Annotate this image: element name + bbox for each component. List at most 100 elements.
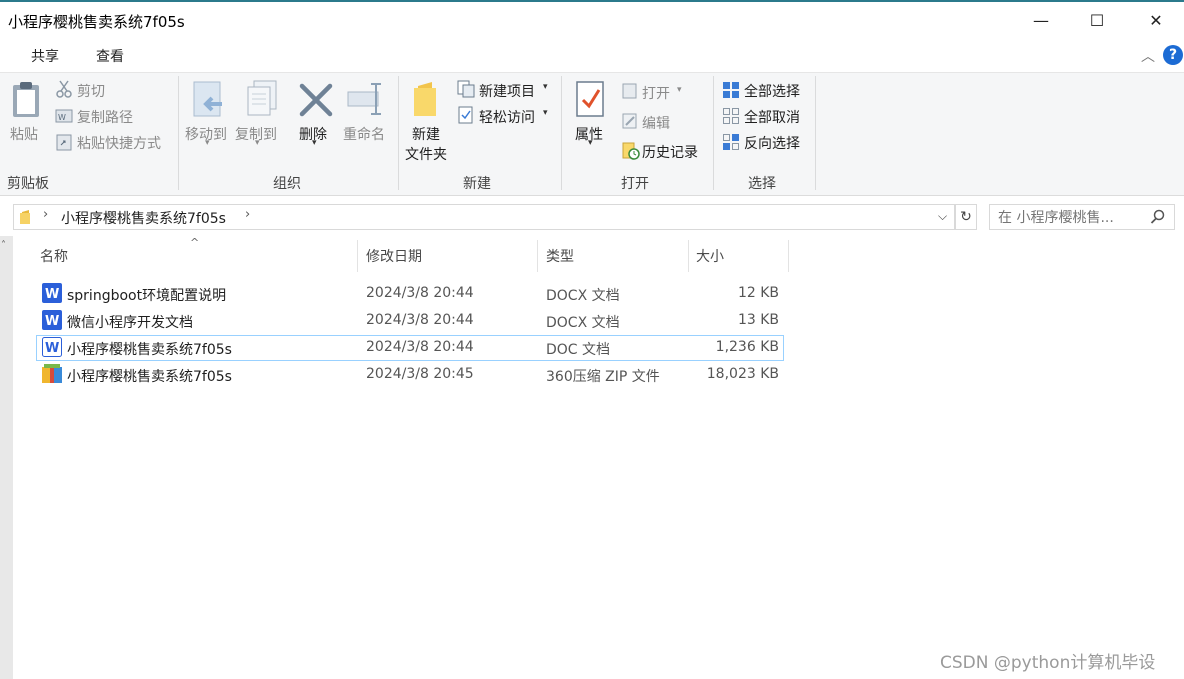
file-name[interactable]: 小程序樱桃售卖系统7f05s xyxy=(67,366,232,386)
new-folder-button[interactable] xyxy=(412,80,442,124)
delete-x-icon xyxy=(299,83,333,117)
move-to-button[interactable] xyxy=(192,80,226,124)
column-separator[interactable] xyxy=(688,240,689,272)
file-modified: 2024/3/8 20:44 xyxy=(366,285,474,301)
column-header-name[interactable]: 名称 xyxy=(40,246,68,266)
chevron-down-icon: ▾ xyxy=(543,108,548,118)
chevron-down-icon: ▾ xyxy=(255,138,260,148)
copy-path-label[interactable]: 复制路径 xyxy=(77,107,133,127)
help-icon[interactable]: ? xyxy=(1163,45,1183,65)
chevron-right-icon[interactable]: › xyxy=(245,207,250,222)
table-row[interactable]: W 微信小程序开发文档 2024/3/8 20:44 DOCX 文档 13 KB xyxy=(36,308,784,334)
column-separator[interactable] xyxy=(357,240,358,272)
invert-selection-button[interactable]: 反向选择 xyxy=(744,133,800,153)
chevron-down-icon: ▾ xyxy=(312,138,317,148)
svg-text:W: W xyxy=(58,113,66,122)
scroll-up-icon[interactable]: ˄ xyxy=(1,240,6,251)
open-button[interactable]: 打开 xyxy=(642,83,670,103)
select-none-icon xyxy=(722,107,740,129)
edit-button[interactable]: 编辑 xyxy=(642,113,670,133)
copy-to-button[interactable] xyxy=(244,80,280,124)
folder-icon xyxy=(414,82,436,116)
cut-label[interactable]: 剪切 xyxy=(77,81,105,101)
file-name[interactable]: 小程序樱桃售卖系统7f05s xyxy=(67,339,232,359)
clipboard-icon xyxy=(13,82,39,117)
search-input[interactable] xyxy=(996,207,1150,229)
rename-button[interactable] xyxy=(346,82,386,120)
select-all-button[interactable]: 全部选择 xyxy=(744,81,800,101)
select-none-button[interactable]: 全部取消 xyxy=(744,107,800,127)
history-button[interactable]: 历史记录 xyxy=(642,142,698,162)
column-separator[interactable] xyxy=(537,240,538,272)
file-name[interactable]: springboot环境配置说明 xyxy=(67,285,226,305)
rename-icon xyxy=(347,83,381,115)
chevron-down-icon[interactable]: ⌵ xyxy=(938,209,947,224)
properties-icon xyxy=(576,81,604,117)
file-type: DOC 文档 xyxy=(546,342,611,358)
ribbon-separator xyxy=(398,76,399,190)
paste-button[interactable] xyxy=(11,80,41,122)
new-group-label: 新建 xyxy=(463,176,491,192)
minimize-button[interactable]: — xyxy=(1018,4,1064,36)
collapse-ribbon-icon[interactable]: ︿ xyxy=(1141,46,1155,66)
table-row[interactable]: 小程序樱桃售卖系统7f05s 2024/3/8 20:45 360压缩 ZIP … xyxy=(36,362,784,388)
word-doc-icon: W xyxy=(42,310,62,330)
new-folder-label-1: 新建 xyxy=(412,127,440,143)
file-size: 13 KB xyxy=(737,312,779,328)
new-folder-label-2: 文件夹 xyxy=(405,147,447,163)
paste-shortcut-button[interactable] xyxy=(55,133,73,155)
table-row[interactable]: W springboot环境配置说明 2024/3/8 20:44 DOCX 文… xyxy=(36,281,784,307)
file-modified: 2024/3/8 20:45 xyxy=(366,366,474,382)
copy-to-icon xyxy=(247,80,277,116)
open-group-label: 打开 xyxy=(621,176,649,192)
zip-archive-icon xyxy=(42,364,62,383)
cut-button[interactable] xyxy=(55,80,73,102)
refresh-icon[interactable]: ↻ xyxy=(955,204,977,230)
chevron-right-icon[interactable]: › xyxy=(43,207,48,222)
easy-access-icon xyxy=(457,106,475,128)
tab-view[interactable]: 查看 xyxy=(96,46,124,66)
navigation-pane-scrollbar[interactable] xyxy=(0,236,13,679)
chevron-down-icon: ▾ xyxy=(588,138,593,148)
organize-group-label: 组织 xyxy=(273,176,301,192)
column-header-modified[interactable]: 修改日期 xyxy=(366,246,422,266)
ribbon-separator xyxy=(815,76,816,190)
ribbon-separator xyxy=(561,76,562,190)
copy-path-button[interactable]: W xyxy=(55,108,73,128)
column-header-size[interactable]: 大小 xyxy=(696,246,724,266)
word-doc-icon: W xyxy=(42,283,62,303)
paste-shortcut-label[interactable]: 粘贴快捷方式 xyxy=(77,133,161,153)
move-to-icon xyxy=(193,81,222,117)
open-icon xyxy=(622,83,638,103)
column-separator[interactable] xyxy=(788,240,789,272)
svg-text:W: W xyxy=(45,341,59,356)
sort-ascending-icon: ^ xyxy=(190,236,200,249)
file-modified: 2024/3/8 20:44 xyxy=(366,312,474,328)
paste-label: 粘贴 xyxy=(10,127,38,143)
watermark: CSDN @python计算机毕设 xyxy=(940,653,1156,673)
easy-access-button[interactable]: 轻松访问 xyxy=(479,107,535,127)
window-title: 小程序樱桃售卖系统7f05s xyxy=(8,13,185,31)
tab-share[interactable]: 共享 xyxy=(31,46,59,66)
scissors-icon xyxy=(56,80,72,98)
chevron-down-icon: ▾ xyxy=(205,138,210,148)
new-item-icon xyxy=(457,80,475,102)
word-doc-icon: W xyxy=(42,337,62,357)
ribbon-separator xyxy=(713,76,714,190)
search-icon[interactable] xyxy=(1150,209,1166,229)
properties-button[interactable] xyxy=(575,80,607,124)
address-path[interactable]: 小程序樱桃售卖系统7f05s xyxy=(61,208,226,228)
file-type: 360压缩 ZIP 文件 xyxy=(546,369,660,385)
file-modified: 2024/3/8 20:44 xyxy=(366,339,474,355)
file-size: 18,023 KB xyxy=(706,366,779,382)
rename-label: 重命名 xyxy=(343,127,385,143)
maximize-button[interactable]: ☐ xyxy=(1074,4,1120,36)
delete-button[interactable] xyxy=(298,82,334,122)
file-name[interactable]: 微信小程序开发文档 xyxy=(67,312,193,332)
close-button[interactable]: ✕ xyxy=(1133,4,1179,36)
new-item-button[interactable]: 新建项目 xyxy=(479,81,535,101)
copy-path-icon: W xyxy=(55,109,73,123)
column-header-type[interactable]: 类型 xyxy=(546,246,574,266)
ribbon-separator xyxy=(178,76,179,190)
table-row[interactable]: W 小程序樱桃售卖系统7f05s 2024/3/8 20:44 DOC 文档 1… xyxy=(36,335,784,361)
